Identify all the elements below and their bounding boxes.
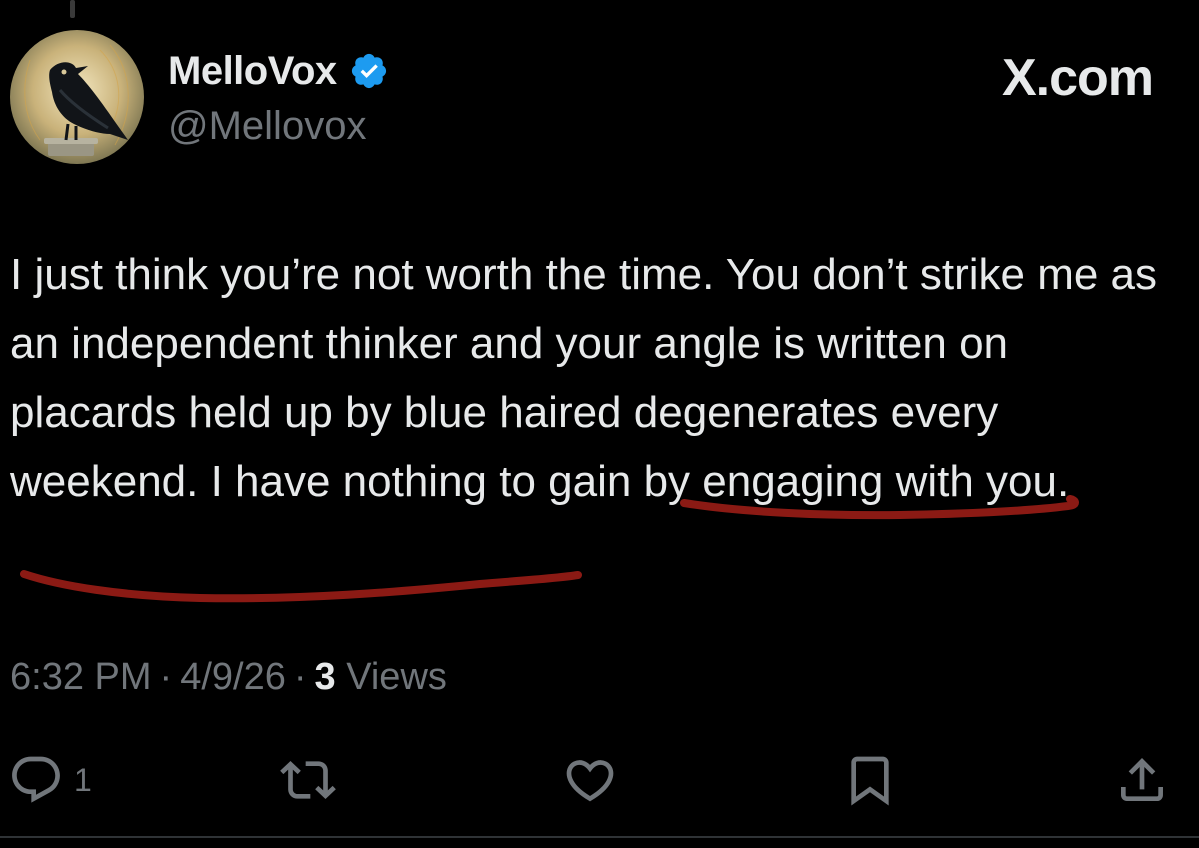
tweet-time[interactable]: 6:32 PM [10,656,152,698]
views-label: Views [346,656,447,698]
bottom-divider [0,836,1199,838]
meta-separator: · [159,656,173,698]
crow-avatar-icon [10,30,144,164]
bookmark-icon [851,756,889,806]
reply-icon [12,756,60,803]
site-label: X.com [1001,49,1154,107]
verified-badge-icon[interactable] [349,51,389,91]
avatar[interactable] [10,30,144,164]
reply-count: 1 [74,761,92,798]
tweet-meta: 6:32 PM · 4/9/26 · 3 Views [10,656,447,699]
tweet-text: I just think you’re not worth the time. … [10,250,1158,506]
reply-button[interactable]: 1 [8,752,92,808]
meta-separator: · [293,656,307,698]
heart-icon [566,760,614,802]
author-name-row: MelloVox [168,46,389,96]
bookmark-button[interactable] [842,752,908,808]
tweet-date[interactable]: 4/9/26 [180,656,286,698]
thread-connector-line [70,0,75,18]
share-button[interactable] [1114,752,1180,808]
like-button[interactable] [562,752,628,808]
author-handle[interactable]: @Mellovox [168,104,366,149]
retweet-icon [280,761,336,799]
views-count: 3 [314,656,336,698]
share-icon [1121,758,1163,801]
author-display-name[interactable]: MelloVox [168,49,337,94]
retweet-button[interactable] [280,752,346,808]
